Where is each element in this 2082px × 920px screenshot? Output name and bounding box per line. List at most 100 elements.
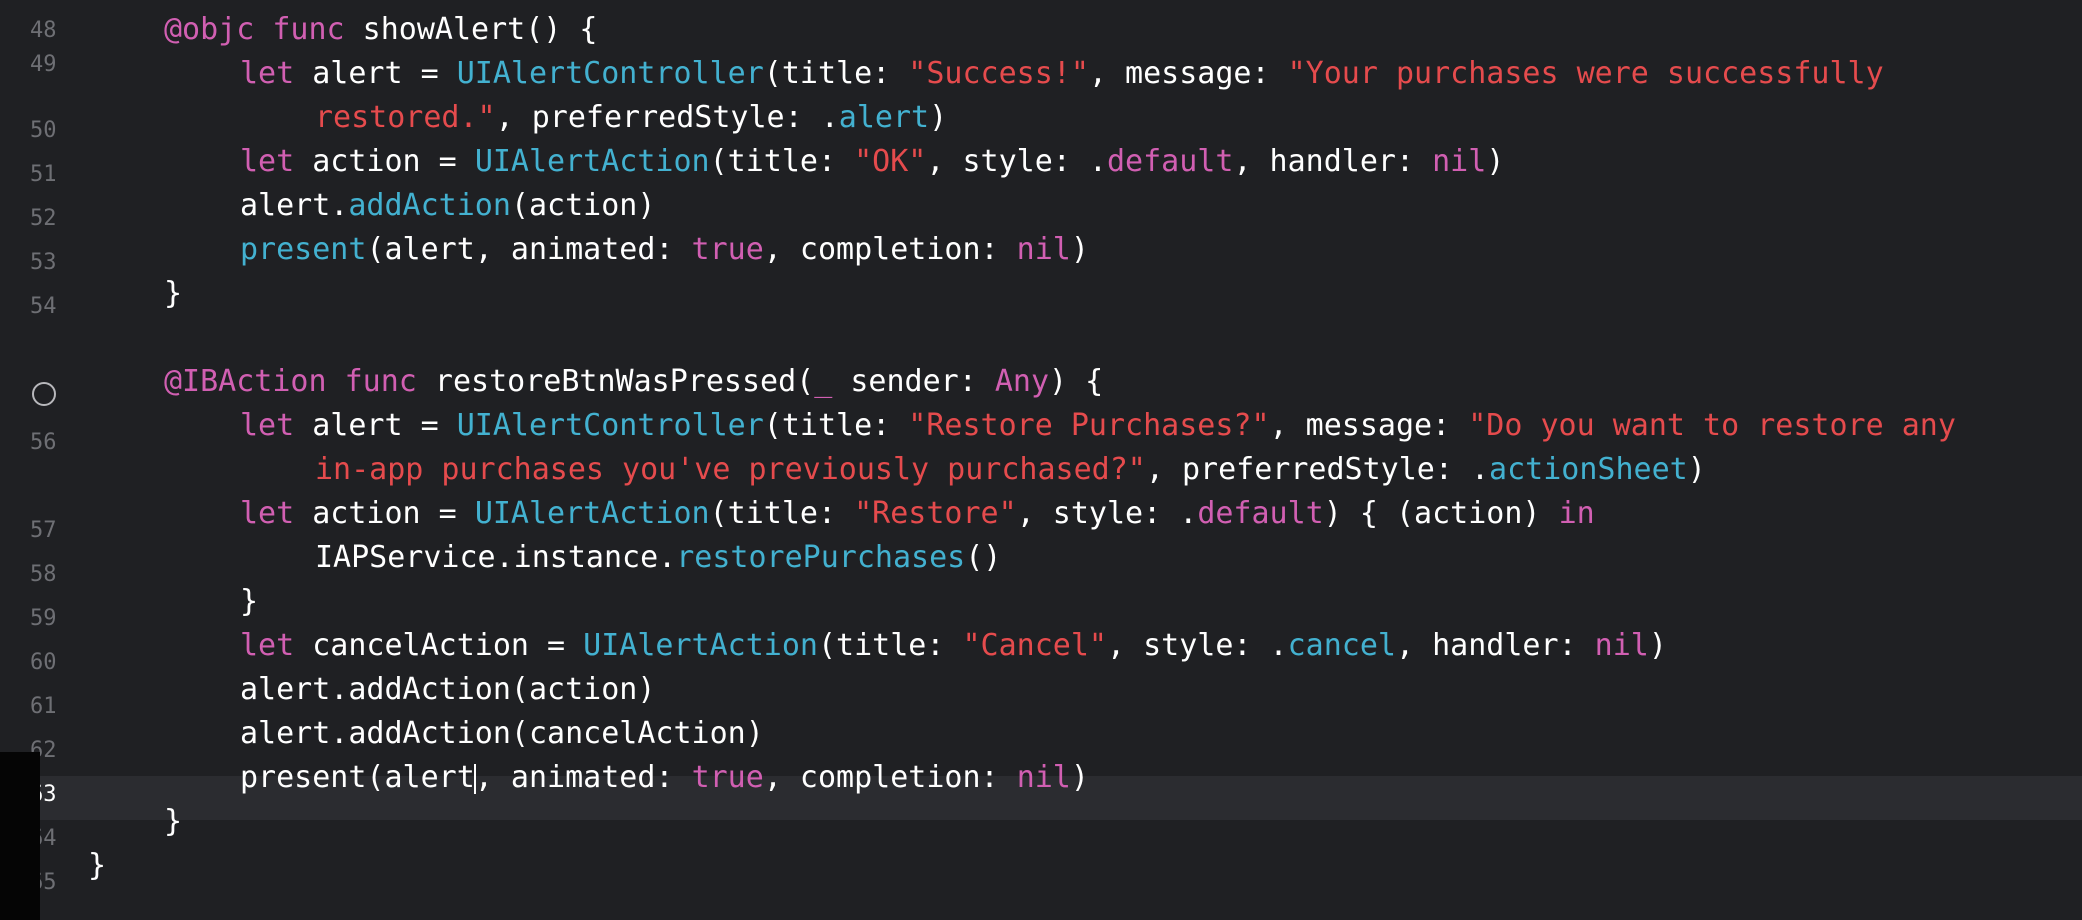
code-token: alert = — [294, 56, 457, 91]
code-line[interactable]: IAPService.instance.restorePurchases() — [315, 536, 1001, 580]
code-line[interactable]: let cancelAction = UIAlertAction(title: … — [240, 624, 1667, 668]
code-token: let — [240, 56, 295, 91]
line-number-53: 53 — [30, 250, 57, 275]
code-token: , completion: — [763, 760, 1017, 795]
code-line[interactable]: } — [164, 800, 182, 844]
code-token: _ — [814, 364, 833, 399]
code-line[interactable]: let alert = UIAlertController(title: "Re… — [240, 404, 1956, 448]
code-token: func — [344, 364, 417, 399]
code-token: restoreBtnWasPressed( — [416, 364, 815, 399]
code-token: () — [965, 540, 1002, 575]
code-editor[interactable]: 48 49 50 51 52 53 54 56 57 58 59 60 61 6… — [0, 0, 2082, 920]
code-token: , animated: — [474, 760, 692, 795]
code-token: , handler: — [1233, 144, 1433, 179]
code-line[interactable]: @IBAction func restoreBtnWasPressed(_ se… — [164, 360, 1103, 404]
code-token: let — [240, 144, 295, 179]
code-token: , handler: — [1395, 628, 1595, 663]
code-token: (title: — [709, 144, 855, 179]
code-line[interactable]: present(alert, animated: true, completio… — [240, 756, 1089, 800]
code-token: ) — [1070, 232, 1089, 267]
code-token: addAction — [348, 188, 511, 223]
line-number-54: 54 — [30, 294, 57, 319]
code-token: , style: . — [1106, 628, 1288, 663]
code-token: ) — [1687, 452, 1706, 487]
code-token: (title: — [817, 628, 963, 663]
top-edge — [0, 0, 2082, 8]
code-line[interactable]: in-app purchases you've previously purch… — [315, 448, 1706, 492]
code-token: action = — [294, 144, 475, 179]
code-token: default — [1107, 144, 1234, 179]
code-token: Any — [994, 364, 1050, 399]
code-token: true — [691, 232, 764, 267]
code-token: , preferredStyle: . — [495, 100, 839, 135]
code-token: (alert, animated: — [366, 232, 692, 267]
code-line[interactable]: alert.addAction(action) — [240, 668, 655, 712]
code-token: default — [1197, 496, 1324, 531]
line-number-51: 51 — [30, 162, 57, 187]
code-token: } — [164, 276, 183, 311]
code-token: restorePurchases — [676, 540, 966, 575]
code-token: @objc — [164, 12, 255, 47]
code-token: , message: — [1088, 56, 1288, 91]
code-token: @IBAction — [164, 364, 327, 399]
code-token: } — [88, 848, 107, 883]
code-token: , preferredStyle: . — [1145, 452, 1490, 487]
code-token: } — [164, 804, 183, 839]
code-token: showAlert() { — [344, 12, 598, 47]
code-line[interactable]: let alert = UIAlertController(title: "Su… — [240, 52, 1884, 96]
code-token: UIAlertController — [456, 56, 764, 91]
code-token: nil — [1594, 628, 1649, 663]
code-line[interactable]: } — [164, 272, 182, 316]
code-token: ) — [929, 100, 948, 135]
code-token: action = — [294, 496, 475, 531]
code-token: cancel — [1287, 628, 1396, 663]
code-token: (title: — [763, 56, 909, 91]
line-number-49: 49 — [30, 52, 57, 77]
code-token: alert.addAction(cancelAction) — [240, 716, 764, 751]
code-token: let — [240, 628, 295, 663]
code-token: alert.addAction(action) — [240, 672, 656, 707]
code-token: (title: — [709, 496, 855, 531]
code-token: UIAlertAction — [474, 496, 710, 531]
code-line[interactable]: restored.", preferredStyle: .alert) — [315, 96, 947, 140]
code-line[interactable]: } — [88, 844, 106, 888]
code-line[interactable]: alert.addAction(cancelAction) — [240, 712, 764, 756]
code-token: "Success!" — [908, 56, 1089, 91]
code-token: , style: . — [1016, 496, 1198, 531]
code-line[interactable]: present(alert, animated: true, completio… — [240, 228, 1089, 272]
video-overlay-block — [0, 752, 40, 920]
code-token: alert — [838, 100, 930, 135]
code-token: in-app purchases you've previously purch… — [315, 452, 1146, 487]
code-token: ) — [1070, 760, 1089, 795]
line-number-59: 59 — [30, 606, 57, 631]
code-line[interactable]: } — [240, 580, 258, 624]
code-token: "Restore Purchases?" — [908, 408, 1270, 443]
code-token: ) { — [1049, 364, 1104, 399]
line-number-52: 52 — [30, 206, 57, 231]
code-token: sender: — [832, 364, 995, 399]
line-number-58: 58 — [30, 562, 57, 587]
code-token: "Restore" — [854, 496, 1017, 531]
code-token: , message: — [1269, 408, 1469, 443]
code-token: cancelAction = — [294, 628, 584, 663]
code-line[interactable]: @objc func showAlert() { — [164, 8, 598, 52]
code-token: UIAlertController — [456, 408, 764, 443]
code-line[interactable]: alert.addAction(action) — [240, 184, 655, 228]
code-token: present(alert — [240, 760, 475, 795]
code-token: ) { (action) — [1323, 496, 1559, 531]
code-token: nil — [1016, 232, 1071, 267]
code-token: alert. — [240, 188, 349, 223]
code-token: UIAlertAction — [583, 628, 818, 663]
code-token: alert = — [294, 408, 457, 443]
line-number-56: 56 — [30, 430, 57, 455]
code-token: in — [1558, 496, 1595, 531]
code-line[interactable]: let action = UIAlertAction(title: "OK", … — [240, 140, 1504, 184]
code-token: } — [240, 584, 259, 619]
code-token: "Cancel" — [962, 628, 1107, 663]
code-token: (action) — [510, 188, 656, 223]
code-token: UIAlertAction — [474, 144, 710, 179]
code-token: (title: — [763, 408, 909, 443]
breakpoint-circle-icon[interactable] — [32, 382, 56, 406]
code-line[interactable]: let action = UIAlertAction(title: "Resto… — [240, 492, 1595, 536]
